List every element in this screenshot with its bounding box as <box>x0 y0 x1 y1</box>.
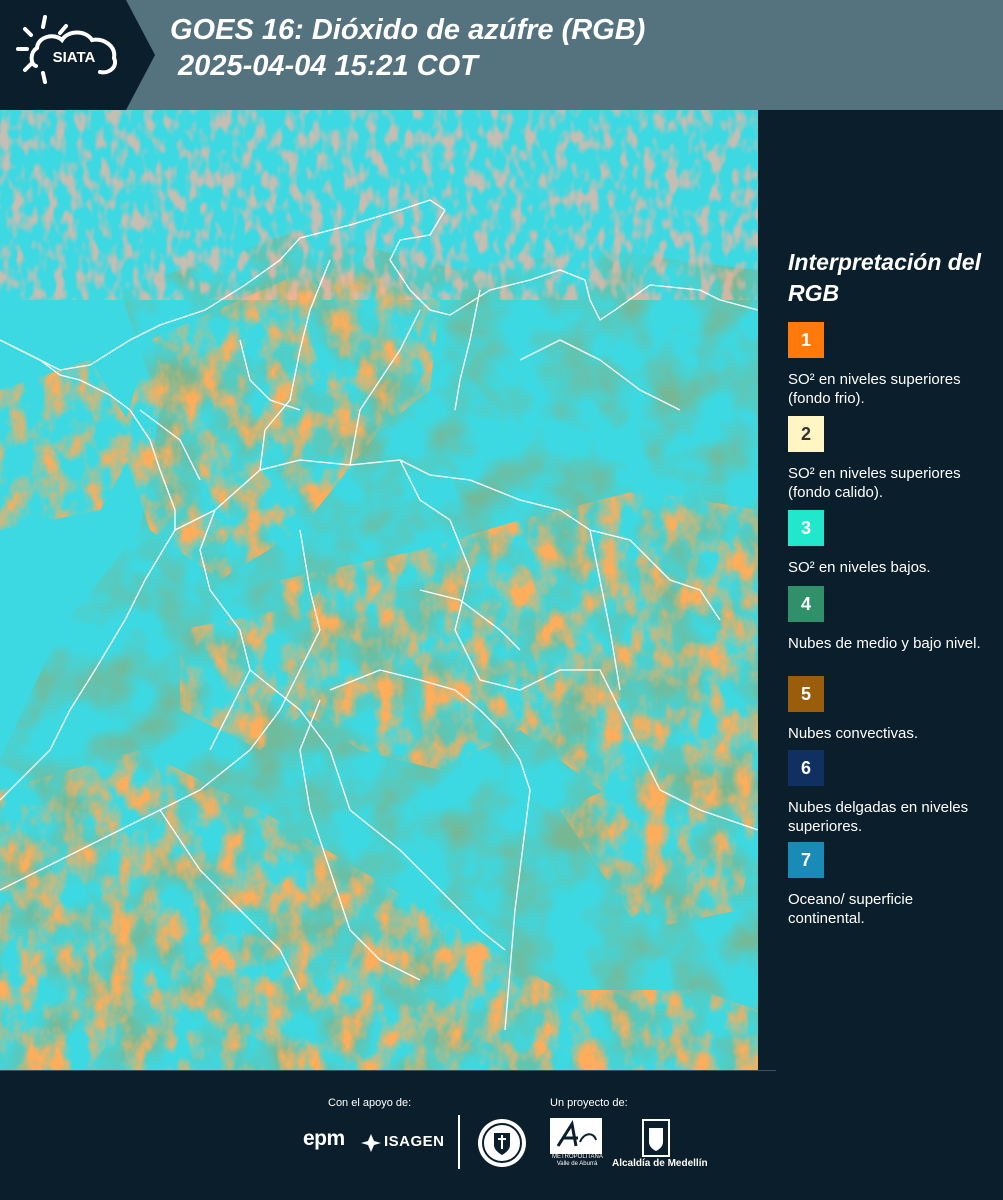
legend-swatch-3: 3 <box>788 510 824 546</box>
legend-item-4: 4 Nubes de medio y bajo nivel. <box>788 586 993 653</box>
medellin-seal-icon <box>478 1119 526 1167</box>
legend-swatch-7: 7 <box>788 842 824 878</box>
satellite-map[interactable] <box>0 110 758 1070</box>
support-label: Con el apoyo de: <box>328 1097 412 1109</box>
legend-swatch-4: 4 <box>788 586 824 622</box>
siata-logo-text: SIATA <box>53 49 96 66</box>
legend-swatch-5: 5 <box>788 676 824 712</box>
legend-number-1: 1 <box>800 329 811 350</box>
footer-vertical-divider <box>458 1115 460 1169</box>
legend-text-4: Nubes de medio y bajo nivel. <box>788 635 981 652</box>
legend-item-2: 2 SO² en niveles superiores (fondo calid… <box>788 416 993 502</box>
legend-panel: Interpretación del RGB 1 SO² en niveles … <box>770 110 995 1070</box>
legend-number-6: 6 <box>800 757 811 778</box>
legend-number-5: 5 <box>800 683 811 704</box>
alcaldia-label: Alcaldía de Medellín <box>612 1158 708 1169</box>
title-line-2: 2025-04-04 15:21 COT <box>170 50 478 82</box>
footer-divider <box>0 1070 776 1071</box>
project-label: Un proyecto de: <box>550 1097 628 1109</box>
legend-number-2: 2 <box>800 423 811 444</box>
legend-text-1: SO² en niveles superiores (fondo frio). <box>788 371 961 407</box>
siata-logo: SIATA <box>0 0 155 110</box>
legend-number-7: 7 <box>800 849 811 870</box>
legend-text-3: SO² en niveles bajos. <box>788 559 931 576</box>
epm-logo: epm <box>303 1127 345 1150</box>
legend-text-7: Oceano/ superficie continental. <box>788 891 914 927</box>
legend-text-6: Nubes delgadas en niveles superiores. <box>788 799 969 835</box>
alcaldia-shield-icon <box>642 1119 670 1157</box>
area-caption: METROPOLITANA Valle de Aburrá <box>552 1154 603 1168</box>
area-metropolitana-logo <box>550 1118 602 1154</box>
isagen-logo: ISAGEN <box>384 1133 445 1150</box>
legend-item-7: 7 Oceano/ superficie continental. <box>788 842 993 928</box>
page-title: GOES 16: Dióxido de azúfre (RGB) 2025-04… <box>170 12 645 84</box>
legend-item-5: 5 Nubes convectivas. <box>788 676 993 743</box>
legend-swatch-1: 1 <box>788 322 824 358</box>
legend-text-5: Nubes convectivas. <box>788 725 919 742</box>
legend-swatch-2: 2 <box>788 416 824 452</box>
header-bar: SIATA GOES 16: Dióxido de azúfre (RGB) 2… <box>0 0 1003 110</box>
legend-item-6: 6 Nubes delgadas en niveles superiores. <box>788 750 993 836</box>
legend-title: Interpretación del RGB <box>788 249 981 306</box>
legend-text-2: SO² en niveles superiores (fondo calido)… <box>788 465 961 501</box>
legend-swatch-6: 6 <box>788 750 824 786</box>
area-caption-line1: METROPOLITANA <box>552 1154 603 1160</box>
legend-number-4: 4 <box>800 593 811 614</box>
area-caption-line2: Valle de Aburrá <box>556 1161 598 1167</box>
footer: Con el apoyo de: Un proyecto de: epm ISA… <box>0 1070 1003 1200</box>
legend-number-3: 3 <box>800 517 811 538</box>
title-line-1: GOES 16: Dióxido de azúfre (RGB) <box>170 14 646 46</box>
legend-item-1: 1 SO² en niveles superiores (fondo frio)… <box>788 322 993 408</box>
isagen-icon <box>361 1134 381 1152</box>
legend-item-3: 3 SO² en niveles bajos. <box>788 510 993 577</box>
